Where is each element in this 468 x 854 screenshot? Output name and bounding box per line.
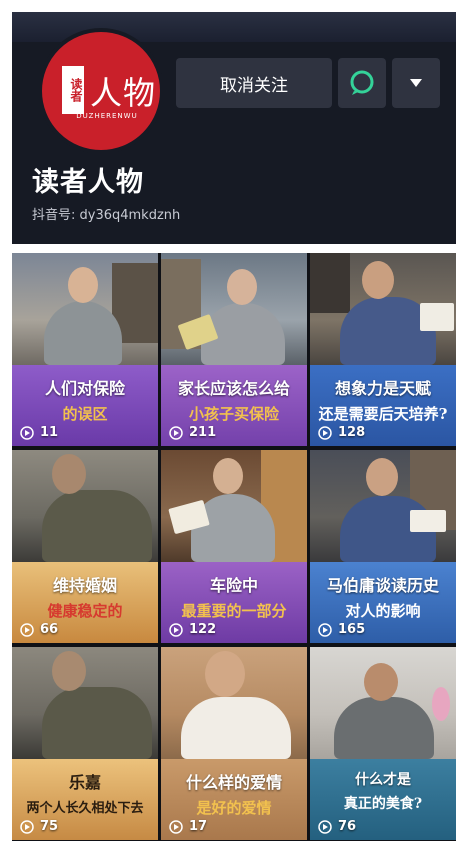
video-tile[interactable]: 车险中 最重要的一部分 122 — [161, 450, 307, 643]
video-caption-secondary: 还是需要后天培养? — [318, 405, 448, 423]
more-button[interactable] — [392, 58, 440, 108]
video-caption: 人们对保险 — [44, 379, 125, 398]
video-tile[interactable]: 想象力是天赋 还是需要后天培养? 128 — [310, 253, 456, 446]
play-icon — [169, 819, 183, 834]
play-count-value: 165 — [338, 622, 366, 637]
video-caption-secondary: 健康稳定的 — [47, 602, 123, 620]
video-caption-secondary: 是好的爱情 — [196, 799, 272, 817]
play-count-value: 128 — [338, 425, 366, 440]
video-caption-secondary: 小孩子买保险 — [188, 405, 279, 423]
video-caption: 维持婚姻 — [52, 576, 117, 595]
play-count: 17 — [169, 819, 207, 834]
video-tile[interactable]: 人们对保险 的误区 11 — [12, 253, 158, 446]
screenshot-frame: 读者 人物 DUZHERENWU 取消关注 读者人物 抖音号: dy36q4mk… — [0, 0, 468, 854]
video-thumbnail — [310, 450, 456, 562]
video-caption: 什么样的爱情 — [185, 773, 282, 792]
play-count-value: 122 — [189, 622, 217, 637]
video-caption: 马伯庸谈读历史 — [326, 576, 439, 595]
video-caption: 车险中 — [209, 576, 258, 595]
play-icon — [318, 622, 332, 637]
video-caption: 家长应该怎么给 — [177, 379, 290, 398]
profile-header: 读者 人物 DUZHERENWU 取消关注 读者人物 抖音号: dy36q4mk… — [12, 12, 456, 244]
chat-button[interactable] — [338, 58, 386, 108]
profile-name: 读者人物 — [32, 167, 144, 198]
play-count: 75 — [20, 819, 58, 834]
video-tile[interactable]: 什么样的爱情 是好的爱情 17 — [161, 647, 307, 840]
video-thumbnail — [161, 450, 307, 562]
play-count-value: 75 — [40, 819, 59, 834]
video-grid: 人们对保险 的误区 11 家长应该怎么给 小孩子买保险 211 想象力是天赋 还… — [12, 253, 456, 841]
avatar-logo-sub: DUZHERENWU — [76, 112, 138, 120]
video-caption: 乐嘉 — [68, 773, 101, 792]
video-thumbnail — [12, 253, 158, 365]
video-caption-secondary: 最重要的一部分 — [181, 602, 287, 620]
video-thumbnail — [310, 253, 456, 365]
video-caption-secondary: 对人的影响 — [345, 602, 421, 620]
play-icon — [20, 425, 34, 440]
douyin-id: 抖音号: dy36q4mkdznh — [32, 208, 181, 223]
video-tile[interactable]: 什么才是 真正的美食? 76 — [310, 647, 456, 840]
play-icon — [318, 819, 332, 834]
video-thumbnail — [310, 647, 456, 759]
video-tile[interactable]: 家长应该怎么给 小孩子买保险 211 — [161, 253, 307, 446]
play-count-value: 11 — [40, 425, 59, 440]
video-tile[interactable]: 乐嘉 两个人长久相处下去 75 — [12, 647, 158, 840]
video-caption-secondary: 的误区 — [62, 405, 108, 423]
video-tile[interactable]: 马伯庸谈读历史 对人的影响 165 — [310, 450, 456, 643]
chat-bubble-icon — [350, 70, 374, 95]
play-icon — [20, 819, 34, 834]
video-thumbnail — [161, 253, 307, 365]
video-caption: 想象力是天赋 — [334, 379, 431, 398]
video-caption: 什么才是 — [355, 772, 411, 788]
play-icon — [169, 425, 183, 440]
play-count: 76 — [318, 819, 356, 834]
play-count-value: 76 — [338, 819, 357, 834]
play-count-value: 17 — [189, 819, 208, 834]
video-thumbnail — [161, 647, 307, 759]
video-tile[interactable]: 维持婚姻 健康稳定的 66 — [12, 450, 158, 643]
play-count: 122 — [169, 622, 216, 637]
play-count: 128 — [318, 425, 365, 440]
play-icon — [318, 425, 332, 440]
play-count-value: 66 — [40, 622, 59, 637]
avatar-logo-mark: 读者 — [62, 66, 84, 114]
unfollow-button[interactable]: 取消关注 — [176, 58, 332, 108]
video-caption-secondary: 真正的美食? — [343, 796, 423, 812]
avatar-logo-title: 人物 — [90, 74, 157, 112]
video-caption-secondary: 两个人长久相处下去 — [26, 801, 144, 816]
play-count: 66 — [20, 622, 58, 637]
avatar[interactable]: 读者 人物 DUZHERENWU — [38, 28, 164, 154]
caret-down-icon — [410, 79, 422, 87]
play-count: 165 — [318, 622, 365, 637]
video-thumbnail — [12, 450, 158, 562]
play-count: 11 — [20, 425, 58, 440]
play-icon — [20, 622, 34, 637]
play-icon — [169, 622, 183, 637]
play-count: 211 — [169, 425, 216, 440]
video-thumbnail — [12, 647, 158, 759]
play-count-value: 211 — [189, 425, 217, 440]
